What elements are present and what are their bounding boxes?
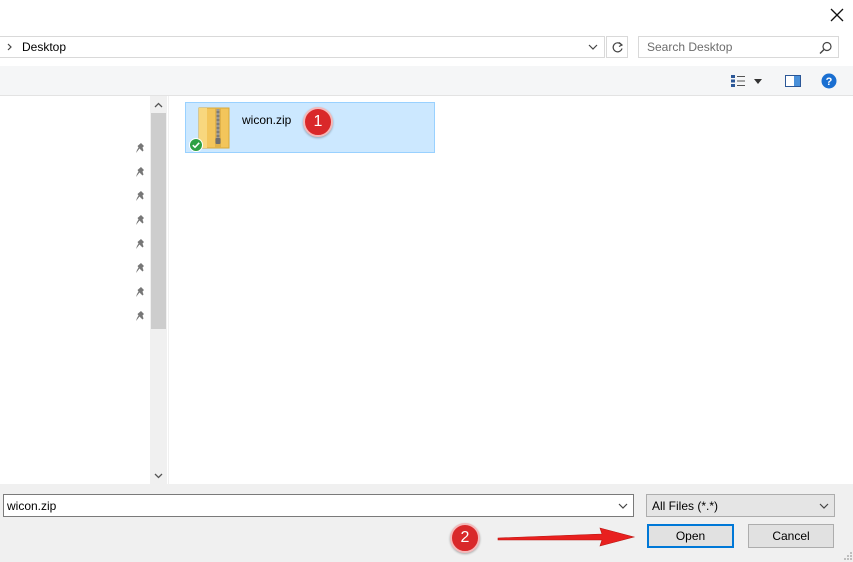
scroll-up-button[interactable] <box>150 96 167 113</box>
file-type-value: All Files (*.*) <box>652 499 719 513</box>
chevron-down-icon <box>154 473 163 478</box>
refresh-button[interactable] <box>606 36 628 58</box>
step-2-badge: 2 <box>450 523 480 553</box>
pin-icon[interactable] <box>134 238 148 252</box>
preview-pane-button[interactable] <box>783 70 803 92</box>
step-1-badge: 1 <box>303 107 333 137</box>
pin-icon[interactable] <box>134 310 148 324</box>
pin-icon[interactable] <box>134 286 148 300</box>
file-type-dropdown[interactable] <box>815 497 833 514</box>
pin-icon[interactable] <box>134 166 148 180</box>
close-icon <box>830 8 844 22</box>
search-icon[interactable] <box>817 39 835 57</box>
navigation-pane[interactable] <box>0 96 168 484</box>
pin-icon[interactable] <box>134 214 148 228</box>
help-button[interactable]: ? <box>818 70 840 92</box>
change-view-button[interactable] <box>728 70 748 92</box>
annotation-arrow <box>497 527 636 547</box>
svg-text:?: ? <box>826 76 833 88</box>
close-button[interactable] <box>822 2 852 28</box>
cancel-button[interactable]: Cancel <box>748 524 834 548</box>
view-details-icon <box>731 75 745 87</box>
breadcrumb-desktop[interactable]: Desktop <box>22 40 66 54</box>
address-history-dropdown[interactable] <box>584 39 602 55</box>
chevron-up-icon <box>154 102 163 107</box>
sync-ok-icon <box>189 138 203 152</box>
help-icon: ? <box>821 73 837 89</box>
breadcrumb-chevron-icon[interactable] <box>6 40 16 54</box>
pin-icon[interactable] <box>134 262 148 276</box>
pin-icon[interactable] <box>134 190 148 204</box>
view-options-dropdown[interactable] <box>750 70 766 92</box>
file-name-combobox[interactable] <box>3 494 634 517</box>
address-bar[interactable]: Desktop <box>0 36 605 58</box>
caret-down-icon <box>754 78 762 84</box>
refresh-icon <box>612 41 623 52</box>
file-type-select[interactable]: All Files (*.*) <box>646 494 835 517</box>
toolbar: ? <box>0 66 853 96</box>
scrollbar-thumb[interactable] <box>151 113 166 329</box>
search-input[interactable] <box>647 39 807 55</box>
file-name-input[interactable] <box>7 498 607 513</box>
scroll-down-button[interactable] <box>150 467 167 484</box>
preview-pane-icon <box>785 75 801 87</box>
pin-icon[interactable] <box>134 142 148 156</box>
chevron-down-icon <box>588 44 598 50</box>
navigation-scrollbar[interactable] <box>150 96 167 484</box>
resize-grip[interactable] <box>842 550 853 562</box>
open-button[interactable]: Open <box>647 524 734 548</box>
file-name: wicon.zip <box>242 113 292 127</box>
file-name-dropdown[interactable] <box>614 497 632 514</box>
pane-splitter[interactable] <box>168 96 173 484</box>
search-box[interactable] <box>638 36 839 58</box>
chevron-down-icon <box>618 503 628 509</box>
chevron-down-icon <box>819 503 829 509</box>
